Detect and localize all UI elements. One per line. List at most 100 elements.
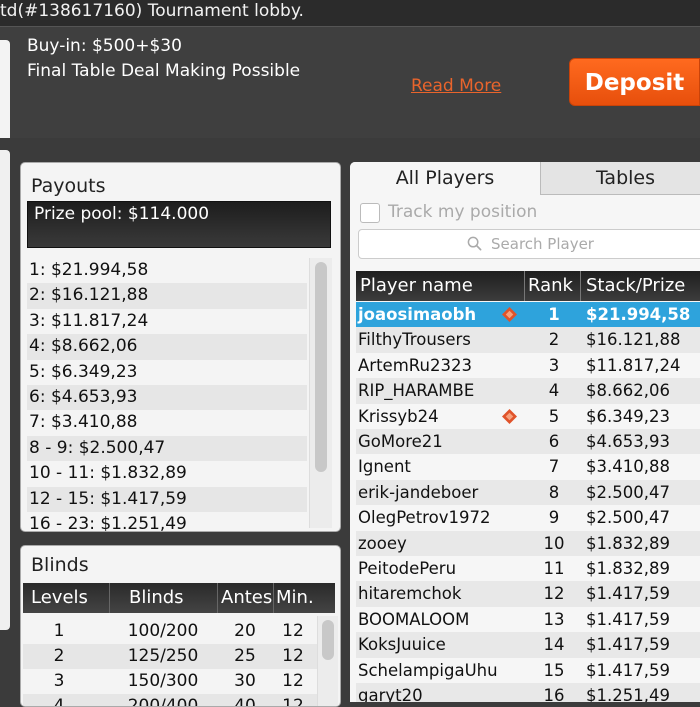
stack-prize-cell: $3.410,88 [586,457,670,477]
payout-item: 8 - 9: $2.500,47 [27,435,307,462]
blinds-row: 1 100/200 20 12 [23,619,319,644]
blinds-row: 4 200/400 40 12 [23,694,319,707]
player-row[interactable]: KoksJuuice 14 $1.417,59 [356,632,700,658]
min-cell: 12 [282,646,304,666]
payouts-scrollbar[interactable] [309,258,332,528]
rank-cell: 15 [543,660,565,680]
stack-prize-cell: $1.417,59 [586,635,670,655]
player-badge-icon [502,408,517,424]
min-cell: 12 [282,621,304,641]
player-row[interactable]: hitaremchok 12 $1.417,59 [356,581,700,607]
antes-cell: 25 [234,646,256,666]
col-stack-prize[interactable]: Stack/Prize [586,271,685,301]
search-player-input[interactable]: Search Player [358,229,700,259]
payouts-title: Payouts [31,175,106,197]
payout-item: 6: $4.653,93 [27,384,307,411]
left-side-panel [0,150,10,630]
title-bar: td(#138617160) Tournament lobby. [0,0,700,27]
stack-prize-cell: $1.832,89 [586,533,670,553]
read-more-link[interactable]: Read More [411,76,501,96]
col-rank[interactable]: Rank [528,271,573,301]
player-name-cell: ArtemRu2323 [358,355,472,375]
player-row[interactable]: joaosimaobh 1 $21.994,58 [356,302,700,328]
player-name-cell: KoksJuuice [358,635,446,655]
rank-cell: 4 [548,381,560,401]
player-row[interactable]: erik-jandeboer 8 $2.500,47 [356,479,700,506]
antes-cell: 30 [234,671,256,691]
prize-pool-box: Prize pool: $114.000 [27,201,331,248]
col-blinds[interactable]: Blinds [129,583,184,613]
payout-list: 1: $21.994,58 2: $16.121,88 3: $11.817,2… [27,258,307,531]
tab-tables[interactable]: Tables [540,162,700,195]
player-row[interactable]: Ignent 7 $3.410,88 [356,454,700,479]
rank-cell: 13 [543,609,565,629]
blinds-panel: Blinds Levels Blinds Antes Min. 1 100/20… [20,545,341,707]
deal-text: Final Table Deal Making Possible [27,61,301,81]
rank-cell: 7 [548,457,560,477]
stack-prize-cell: $2.500,47 [586,482,670,502]
col-levels[interactable]: Levels [31,583,88,613]
player-row[interactable]: ArtemRu2323 3 $11.817,24 [356,353,700,378]
blinds-scroll-thumb[interactable] [322,620,334,660]
blinds-cell: 100/200 [127,621,199,641]
blinds-row: 2 125/250 25 12 [23,644,319,669]
stack-prize-cell: $11.817,24 [586,355,681,375]
min-cell: 12 [282,696,304,707]
antes-cell: 20 [234,621,256,641]
player-name-cell: GoMore21 [358,432,443,451]
antes-cell: 40 [234,696,256,707]
player-name-cell: FilthyTrousers [358,330,471,350]
blinds-scrollbar[interactable] [317,616,338,706]
rank-cell: 3 [548,355,560,375]
players-table-header: Player name Rank Stack/Prize [356,271,700,301]
rank-cell: 8 [548,482,560,502]
player-name-cell: Krissyb24 [358,406,439,426]
blinds-row: 3 150/300 30 12 [23,669,319,694]
rank-cell: 6 [548,432,560,451]
blinds-cell: 125/250 [127,646,199,666]
player-row[interactable]: OlegPetrov1972 9 $2.500,47 [356,505,700,530]
player-name-cell: garyt20 [358,686,423,702]
rank-cell: 14 [543,635,565,655]
blinds-table-header: Levels Blinds Antes Min. [23,583,335,613]
blinds-title: Blinds [31,554,89,576]
tab-all-players[interactable]: All Players [350,162,540,195]
player-row[interactable]: garyt20 16 $1.251,49 [356,683,700,702]
col-min[interactable]: Min. [276,583,314,613]
search-placeholder: Search Player [491,235,594,253]
rank-cell: 9 [548,508,560,528]
col-player-name[interactable]: Player name [360,271,473,301]
stack-prize-cell: $1.417,59 [586,584,670,604]
player-row[interactable]: BOOMALOOM 13 $1.417,59 [356,607,700,632]
level-cell: 1 [53,621,65,641]
player-row[interactable]: Krissyb24 5 $6.349,23 [356,404,700,429]
rank-cell: 5 [548,406,560,426]
player-name-cell: joaosimaobh [358,305,477,324]
col-antes[interactable]: Antes [221,583,272,613]
payouts-scroll-thumb[interactable] [315,262,327,472]
payout-item: 1: $21.994,58 [29,260,149,280]
deposit-button[interactable]: Deposit [569,58,700,106]
rank-cell: 16 [543,686,565,702]
player-row[interactable]: GoMore21 6 $4.653,93 [356,429,700,455]
stack-prize-cell: $1.417,59 [586,609,670,629]
player-row[interactable]: zooey 10 $1.832,89 [356,530,700,556]
left-edge-panel [0,40,10,150]
payout-item: 5: $6.349,23 [29,361,138,382]
payouts-panel: Payouts Prize pool: $114.000 1: $21.994,… [20,162,341,532]
player-name-cell: hitaremchok [358,584,462,604]
stack-prize-cell: $16.121,88 [586,330,681,350]
player-name-cell: BOOMALOOM [358,609,470,629]
player-row[interactable]: RIP_HARAMBE 4 $8.662,06 [356,378,700,404]
player-row[interactable]: FilthyTrousers 2 $16.121,88 [356,327,700,353]
stack-prize-cell: $1.417,59 [586,660,670,680]
track-position-checkbox[interactable] [360,203,380,223]
player-name-cell: SchelampigaUhu [358,660,498,680]
rank-cell: 12 [543,584,565,604]
stack-prize-cell: $1.832,89 [586,559,670,578]
search-icon [467,236,482,251]
player-row[interactable]: PeitodePeru 11 $1.832,89 [356,556,700,581]
prize-pool-text: Prize pool: $114.000 [34,204,210,224]
player-row[interactable]: SchelampigaUhu 15 $1.417,59 [356,658,700,683]
level-cell: 4 [53,696,65,707]
